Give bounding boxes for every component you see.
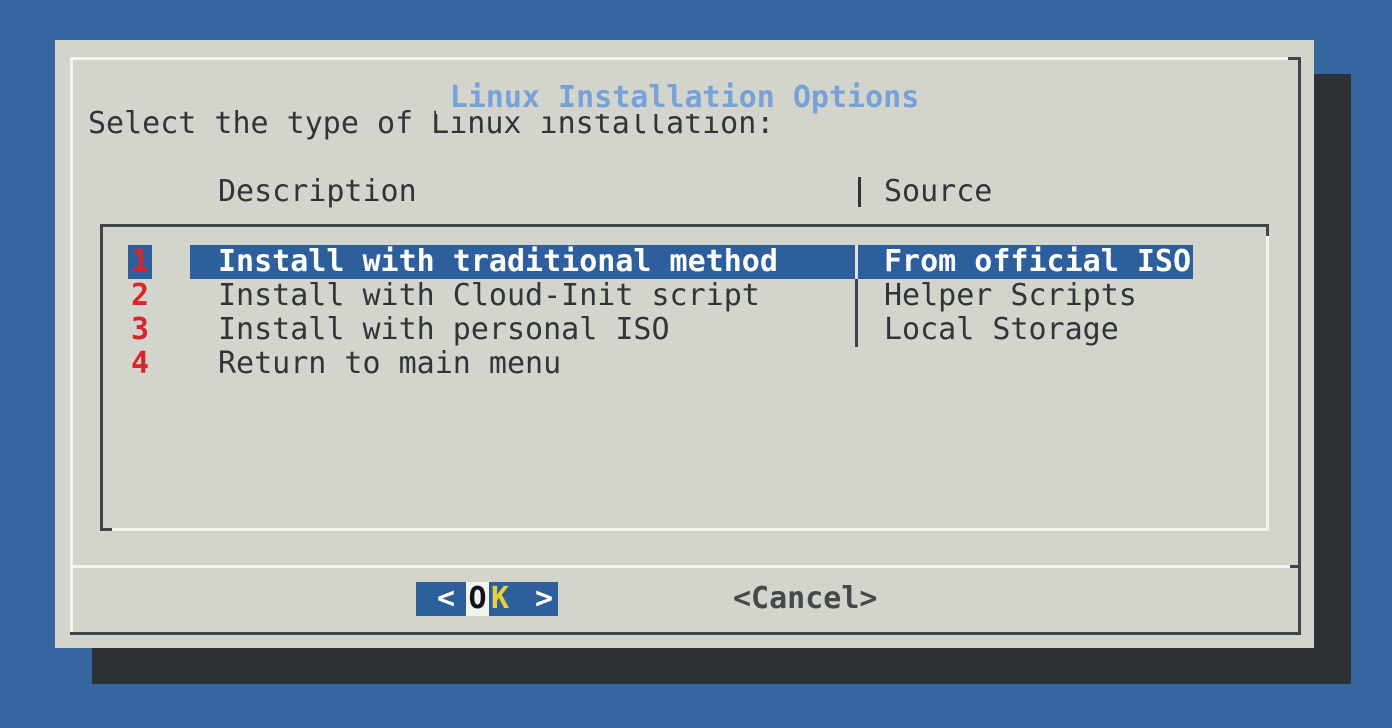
menu-item-tag: 1 xyxy=(128,245,152,279)
button-area-separator-junction xyxy=(1290,565,1298,568)
button-area-separator xyxy=(72,565,1290,568)
menu-item-tag: 2 xyxy=(128,279,152,313)
listbox-border-top xyxy=(100,224,1269,227)
dialog-border-right xyxy=(1298,57,1301,635)
ok-button-hotkey-char: K xyxy=(489,582,511,616)
dialog-border-top xyxy=(70,57,1292,60)
menu-item-tag: 3 xyxy=(128,313,152,347)
terminal-screen: Linux Installation Options Select the ty… xyxy=(0,0,1392,728)
column-header-separator xyxy=(858,177,861,207)
menu-item-source: Local Storage xyxy=(884,313,1119,347)
row-column-separator xyxy=(855,279,858,313)
dialog-window: Linux Installation Options Select the ty… xyxy=(55,40,1314,648)
ok-button-right-bracket: > xyxy=(528,582,560,616)
row-column-separator xyxy=(855,313,858,347)
row-column-separator xyxy=(855,245,858,279)
menu-item-description: Install with Cloud-Init script xyxy=(218,279,760,313)
listbox-border-bottom xyxy=(112,528,1269,531)
ok-button[interactable]: < O K > xyxy=(416,582,558,616)
column-header-description: Description xyxy=(218,175,417,209)
ok-button-cursor-char: O xyxy=(466,582,489,616)
column-header-source: Source xyxy=(884,175,992,209)
menu-item-description: Return to main menu xyxy=(218,347,561,381)
cancel-button[interactable]: <Cancel> xyxy=(733,582,883,616)
menu-item-4[interactable]: 4 Return to main menu xyxy=(100,347,1269,381)
dialog-border-bottom xyxy=(70,632,1301,635)
listbox-border-top-right-corner xyxy=(1266,224,1269,236)
listbox-border-bottom-left-corner xyxy=(100,528,112,531)
menu-item-description: Install with personal ISO xyxy=(218,313,670,347)
menu-item-description: Install with traditional method xyxy=(218,245,778,279)
menu-item-2[interactable]: 2 Install with Cloud-Init script Helper … xyxy=(100,279,1269,313)
menu-item-source: Helper Scripts xyxy=(884,279,1137,313)
menu-item-tag: 4 xyxy=(128,347,152,381)
ok-button-left-bracket: < xyxy=(430,582,462,616)
menu-item-source: From official ISO xyxy=(884,245,1191,279)
menu-listbox: 1 Install with traditional method From o… xyxy=(100,224,1269,531)
dialog-title: Linux Installation Options xyxy=(436,82,934,114)
menu-item-3[interactable]: 3 Install with personal ISO Local Storag… xyxy=(100,313,1269,347)
dialog-border-left xyxy=(70,57,73,635)
menu-item-1[interactable]: 1 Install with traditional method From o… xyxy=(100,245,1269,279)
